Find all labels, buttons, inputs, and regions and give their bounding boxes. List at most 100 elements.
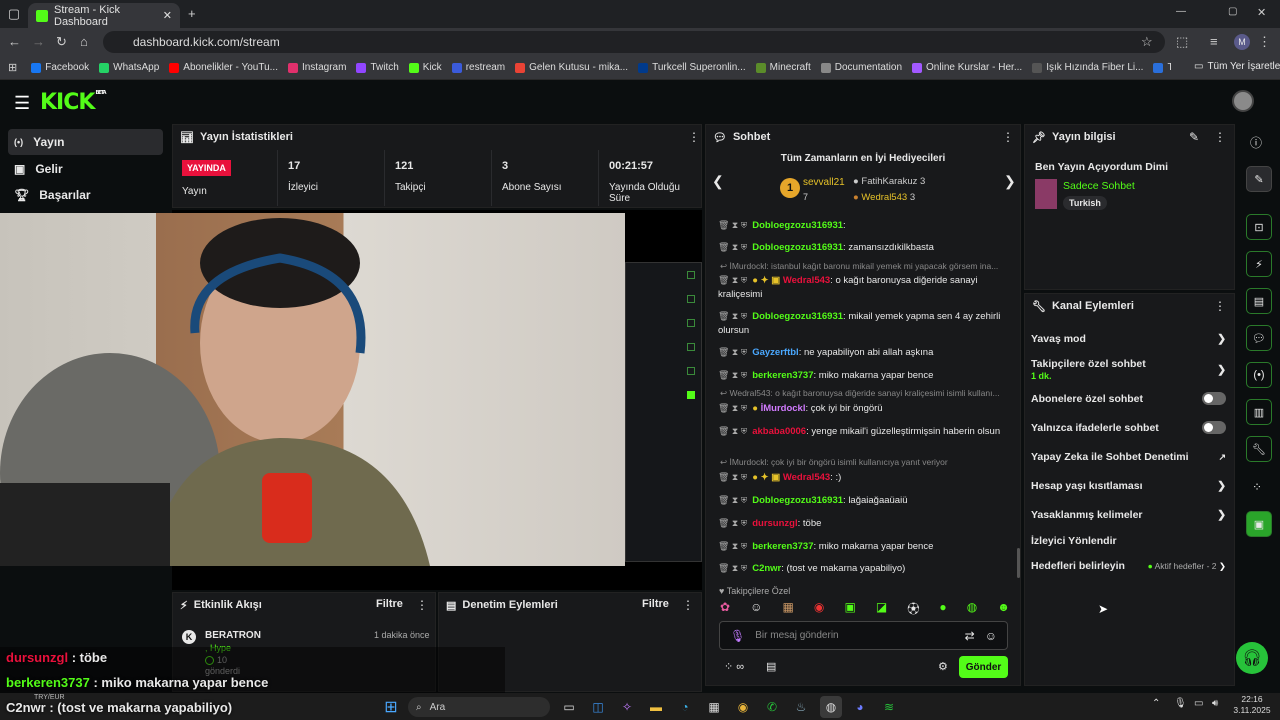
emote-icon[interactable]: ◉ <box>814 600 824 617</box>
emote-icon[interactable]: ◪ <box>876 600 887 617</box>
chat-username[interactable]: C2nwr <box>752 563 781 574</box>
chat-username[interactable]: berkeren3737 <box>752 541 813 552</box>
emote-icon[interactable]: ● <box>939 600 946 617</box>
chat-input[interactable]: 🎙︎ Bir mesaj gönderin ⇄ ☺ <box>719 621 1008 650</box>
gifter-2[interactable]: ● FatihKarakuz 3 <box>853 176 925 187</box>
store-icon[interactable]: ▤ <box>766 660 776 673</box>
mod-tools-icon[interactable]: 🗑 ⧗ ⛨ <box>718 311 747 321</box>
forward-icon[interactable]: → <box>32 34 45 49</box>
minimize-icon[interactable]: — <box>1176 6 1186 17</box>
store-app-icon[interactable]: ▦ <box>703 696 725 718</box>
mod-menu-icon[interactable]: ⋮ <box>682 598 694 612</box>
chrome-icon[interactable]: ◉ <box>732 696 754 718</box>
user-avatar[interactable] <box>1232 90 1254 112</box>
mod-tools-icon[interactable]: 🗑 ⧗ ⛨ <box>718 275 747 285</box>
followers-chat-row[interactable]: Takipçilere özel sohbet 1 dk. ❯ <box>1031 358 1226 382</box>
nav-basarilar[interactable]: 🏆︎ Başarılar <box>8 182 163 208</box>
clipboard-icon[interactable]: ▤ <box>1246 288 1272 314</box>
emote-icon[interactable]: ⚽︎ <box>907 600 919 617</box>
mod-tools-icon[interactable]: 🗑 ⧗ ⛨ <box>718 472 747 482</box>
mod-tools-icon[interactable]: 🗑 ⧗ ⛨ <box>718 541 747 551</box>
nav-gelir[interactable]: ▣ Gelir <box>8 156 163 182</box>
windows-start-icon[interactable]: ⊞ <box>380 696 402 718</box>
mod-tools-icon[interactable]: 🗑 ⧗ ⛨ <box>718 370 747 380</box>
stats-menu-icon[interactable]: ⋮ <box>688 130 700 144</box>
bookmark-item[interactable]: Documentation <box>820 62 902 73</box>
stream-info-menu-icon[interactable]: ⋮ <box>1214 130 1226 144</box>
hamburger-menu-icon[interactable]: ☰ <box>14 93 30 114</box>
support-headset-icon[interactable]: 🎧︎ <box>1236 642 1268 674</box>
chat-username[interactable]: Dobloegzozu316931 <box>752 495 843 506</box>
banned-words-row[interactable]: Yasaklanmış kelimeler ❯ <box>1031 509 1226 521</box>
extensions-icon[interactable]: ⬚ <box>1176 34 1188 50</box>
emote-chat-row[interactable]: Yalnızca ifadelerle sohbet <box>1031 421 1226 434</box>
whatsapp-icon[interactable]: ✆ <box>761 696 783 718</box>
ai-moderation-row[interactable]: Yapay Zeka ile Sohbet Denetimi ↗ <box>1031 451 1226 463</box>
address-bar[interactable]: dashboard.kick.com/stream <box>103 31 1165 53</box>
emote-icon[interactable]: ☻ <box>997 600 1010 617</box>
subs-chat-toggle[interactable] <box>1202 392 1226 405</box>
chat-settings-icon[interactable]: ⚙︎ <box>938 660 948 673</box>
channel-actions-menu-icon[interactable]: ⋮ <box>1214 299 1226 313</box>
reading-list-icon[interactable]: ≡ <box>1210 34 1218 49</box>
bookmark-item[interactable]: Işık Hızında Fiber Li... <box>1032 62 1143 73</box>
emote-icon[interactable]: ▣ <box>844 600 855 617</box>
points-icon[interactable]: ⁘ ∞ <box>724 660 744 673</box>
home-icon[interactable]: ⌂ <box>80 34 88 49</box>
bookmark-item[interactable]: T.C Sağlık Bakanlığı... <box>1153 62 1171 73</box>
bookmark-item[interactable]: Instagram <box>287 62 346 73</box>
kick-logo[interactable]: KICKBETA <box>40 90 107 115</box>
scan-icon[interactable]: ⊡ <box>1246 214 1272 240</box>
bookmark-item[interactable]: Gelen Kutusu - mika... <box>515 62 628 73</box>
tab-close-icon[interactable]: ✕ <box>163 9 172 22</box>
edit-icon[interactable]: ✎ <box>1189 130 1199 144</box>
chat-bubble-icon[interactable]: 💬︎ <box>1246 325 1272 351</box>
chat-username[interactable]: Gayzerftbl <box>752 347 798 358</box>
redirect-viewers-row[interactable]: İzleyici Yönlendir <box>1031 535 1226 547</box>
mod-tools-icon[interactable]: 🗑 ⧗ ⛨ <box>718 403 747 413</box>
taskbar-search[interactable]: ⌕ Ara <box>408 697 550 717</box>
mod-filter-button[interactable]: Filtre <box>642 598 669 610</box>
stream-category[interactable]: Sadece Sohbet <box>1063 180 1135 192</box>
slow-mode-row[interactable]: Yavaş mod ❯ <box>1031 333 1226 345</box>
activity-menu-icon[interactable]: ⋮ <box>416 598 428 612</box>
flash-icon[interactable]: ⚡︎ <box>1246 251 1272 277</box>
edge-icon[interactable]: ◔ <box>674 696 696 718</box>
gifters-prev-icon[interactable]: ❮ <box>712 173 724 190</box>
bookmark-item[interactable]: WhatsApp <box>99 62 159 73</box>
all-bookmarks[interactable]: ▭ Tüm Yer İşaretleri <box>1194 61 1280 72</box>
tray-chevron-icon[interactable]: ⌃ <box>1152 698 1160 709</box>
chat-username[interactable]: İMurdockl <box>761 403 806 414</box>
mod-tools-icon[interactable]: 🗑 ⧗ ⛨ <box>718 347 747 357</box>
emoji-icon[interactable]: ☺ <box>985 629 997 643</box>
bookmark-star-icon[interactable]: ☆ <box>1141 34 1153 50</box>
mod-tools-icon[interactable]: 🗑 ⧗ ⛨ <box>718 495 747 505</box>
bookmark-item[interactable]: Online Kurslar - Her... <box>912 62 1022 73</box>
translate-icon[interactable]: ⇄ <box>965 629 975 643</box>
obs-icon[interactable]: ◍ <box>820 696 842 718</box>
bookmark-item[interactable]: Turkcell Superonlin... <box>638 62 746 73</box>
bookmark-item[interactable]: Twitch <box>356 62 399 73</box>
chat-username[interactable]: berkeren3737 <box>752 370 813 381</box>
bookmark-item[interactable]: Minecraft <box>755 62 811 73</box>
subs-chat-row[interactable]: Abonelere özel sohbet <box>1031 392 1226 405</box>
app-icon[interactable]: ▣ <box>1246 511 1272 537</box>
emote-icon[interactable]: ✿ <box>720 600 730 617</box>
microphone-icon[interactable]: 🎙︎ <box>730 629 745 643</box>
chat-username[interactable]: dursunzgl <box>752 518 797 529</box>
chat-username[interactable]: Dobloegzozu316931 <box>752 311 843 322</box>
edit-tool-icon[interactable]: ✎ <box>1246 166 1272 192</box>
steam-icon[interactable]: ♨ <box>790 696 812 718</box>
send-button[interactable]: Gönder <box>959 656 1008 678</box>
gifters-next-icon[interactable]: ❯ <box>1004 173 1016 190</box>
profile-avatar[interactable]: M <box>1234 34 1250 50</box>
file-explorer-icon[interactable]: ▬ <box>645 696 667 718</box>
chat-menu-icon[interactable]: ⋮ <box>1002 130 1014 144</box>
close-window-icon[interactable]: ✕ <box>1257 6 1266 19</box>
mod-tools-icon[interactable]: 🗑 ⧗ ⛨ <box>718 426 747 436</box>
emote-icon[interactable]: ◍ <box>967 600 977 617</box>
reload-icon[interactable]: ↻ <box>56 34 67 50</box>
gifter-1-name[interactable]: sevvall21 <box>803 177 845 188</box>
chat-scrollbar[interactable] <box>1017 548 1020 578</box>
mod-tools-icon[interactable]: 🗑 ⧗ ⛨ <box>718 563 747 573</box>
